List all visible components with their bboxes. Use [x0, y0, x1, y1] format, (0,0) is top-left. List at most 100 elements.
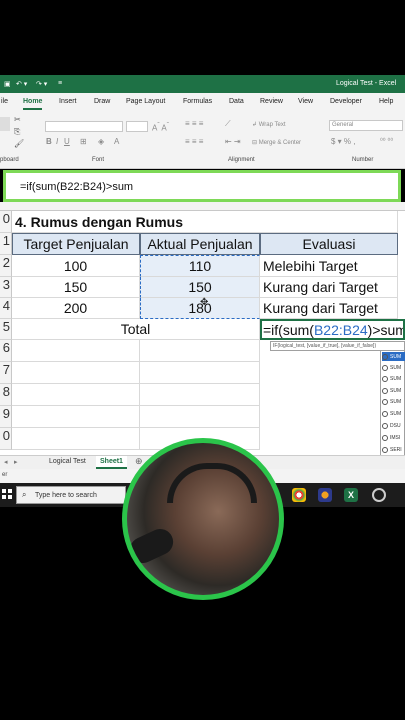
row-header[interactable]: 0 [0, 428, 12, 450]
merge-center-button[interactable]: ⊟ Merge & Center [252, 139, 301, 146]
autocomplete-list[interactable]: SUM SUM SUM SUM SUM SUM DSU IMSI SERI [380, 350, 405, 456]
align-left-icon[interactable]: ≡ ≡ ≡ [185, 137, 203, 146]
ribbon-home: ✂ ⎘ 🖌 Aˆ Aˇ B I U ⊞ ◈ A ≡ ≡ ≡ ≡ ≡ ≡ ⟋ ⇤ … [0, 111, 405, 169]
cell[interactable] [140, 384, 260, 406]
sheet-scroll-left-icon[interactable]: ◂ [4, 458, 8, 466]
cell-target[interactable]: 100 [12, 255, 140, 277]
tab-review[interactable]: Review [260, 98, 283, 105]
excel-icon[interactable]: X [344, 488, 358, 502]
autocomplete-item[interactable]: SERI [382, 445, 405, 454]
copy-icon[interactable]: ⎘ [14, 127, 20, 137]
currency-icon[interactable]: $ ▾ % , [331, 137, 355, 146]
cell-evaluasi[interactable]: Kurang dari Target [260, 298, 398, 319]
chrome-icon[interactable] [292, 488, 306, 502]
sheet-tab-sheet1[interactable]: Sheet1 [96, 456, 127, 469]
autocomplete-item[interactable]: SUM [382, 386, 405, 395]
tab-draw[interactable]: Draw [94, 98, 110, 105]
row-header[interactable]: 9 [0, 406, 12, 428]
obs-icon[interactable] [372, 488, 386, 502]
row-header[interactable]: 5 [0, 319, 12, 340]
header-target-penjualan[interactable]: Target Penjualan [12, 233, 140, 255]
font-color-icon[interactable]: A [114, 137, 119, 146]
group-clipboard-label: pboard [0, 157, 19, 163]
header-aktual-penjualan[interactable]: Aktual Penjualan [140, 233, 260, 255]
row-header[interactable]: 1 [0, 233, 12, 255]
cell-total-label[interactable]: Total [12, 319, 260, 340]
tab-file[interactable]: ile [1, 98, 8, 105]
italic-icon[interactable]: I [56, 137, 58, 146]
cell[interactable] [12, 406, 140, 428]
format-painter-icon[interactable]: 🖌 [14, 139, 24, 148]
orientation-icon[interactable]: ⟋ [225, 119, 231, 129]
tab-view[interactable]: View [298, 98, 313, 105]
paste-icon[interactable] [0, 117, 10, 131]
redo-icon[interactable]: ↷ ▾ [36, 80, 47, 88]
autocomplete-item[interactable]: SUM [382, 374, 405, 383]
cell-aktual[interactable]: 110 [140, 255, 260, 277]
tab-developer[interactable]: Developer [330, 98, 362, 105]
cell[interactable] [12, 428, 140, 450]
tab-insert[interactable]: Insert [59, 98, 77, 105]
row-header[interactable]: 7 [0, 362, 12, 384]
save-icon[interactable]: ▣ [4, 80, 11, 88]
sheet-tab-logical-test[interactable]: Logical Test [49, 458, 86, 465]
indent-icon[interactable]: ⇤ ⇥ [225, 137, 241, 146]
wrap-text-button[interactable]: ↲ Wrap Text [252, 121, 286, 128]
row-header[interactable]: 0 [0, 211, 12, 233]
cell[interactable] [12, 362, 140, 384]
cell-target[interactable]: 200 [12, 298, 140, 319]
font-name-select[interactable] [45, 121, 123, 132]
taskbar-search-input[interactable]: ⌕ Type here to search [16, 486, 126, 504]
row-header[interactable]: 4 [0, 298, 12, 319]
cell-evaluasi[interactable]: Melebihi Target [260, 255, 398, 277]
row-header[interactable]: 3 [0, 277, 12, 298]
cell[interactable] [260, 211, 398, 233]
bold-icon[interactable]: B [46, 137, 52, 146]
number-format-select[interactable]: General [329, 120, 403, 131]
tab-home[interactable]: Home [23, 98, 43, 110]
sheet-scroll-right-icon[interactable]: ▸ [14, 458, 18, 466]
section-title[interactable]: 4. Rumus dengan Rumus [12, 211, 260, 233]
cell[interactable] [12, 340, 140, 362]
autocomplete-item[interactable]: DSU [382, 421, 405, 430]
app-icon[interactable] [318, 488, 332, 502]
cell-aktual[interactable]: 150 [140, 277, 260, 298]
autocomplete-item[interactable]: SUM [382, 352, 405, 361]
font-grow-icon[interactable]: Aˆ Aˇ [152, 122, 169, 133]
worksheet-grid[interactable]: 0 1 2 3 4 5 6 7 8 9 0 4. Rumus dengan Ru… [0, 202, 405, 455]
cell-target[interactable]: 150 [12, 277, 140, 298]
autocomplete-item[interactable]: SUM [382, 397, 405, 406]
tab-data[interactable]: Data [229, 98, 244, 105]
row-header[interactable]: 2 [0, 255, 12, 277]
customize-toolbar-icon[interactable]: ≡ [58, 80, 62, 87]
cell-editing-formula[interactable]: =if(sum(B22:B24)>sum [260, 319, 405, 340]
autocomplete-item[interactable]: SUM [382, 363, 405, 372]
cell[interactable] [140, 406, 260, 428]
formula-bar[interactable]: =if(sum(B22:B24)>sum [3, 170, 401, 202]
autocomplete-item[interactable]: SUM [382, 409, 405, 418]
decimal-icon[interactable]: ⁰⁰ ⁰⁰ [380, 137, 393, 145]
autocomplete-label: SUM [390, 375, 402, 382]
borders-icon[interactable]: ⊞ [80, 137, 87, 146]
tab-help[interactable]: Help [379, 98, 393, 105]
tab-page-layout[interactable]: Page Layout [126, 98, 165, 105]
fill-color-icon[interactable]: ◈ [98, 137, 104, 146]
cell-evaluasi[interactable]: Kurang dari Target [260, 277, 398, 298]
cell[interactable] [140, 362, 260, 384]
row-header[interactable]: 6 [0, 340, 12, 362]
formula-suffix: )>sum [367, 321, 405, 338]
autocomplete-item[interactable]: IMSI [382, 433, 405, 442]
cut-icon[interactable]: ✂ [14, 115, 21, 124]
undo-icon[interactable]: ↶ ▾ [16, 80, 27, 88]
tab-formulas[interactable]: Formulas [183, 98, 212, 105]
underline-icon[interactable]: U [64, 137, 70, 146]
cell[interactable] [12, 384, 140, 406]
autocomplete-label: IMSI [390, 434, 401, 441]
header-evaluasi[interactable]: Evaluasi [260, 233, 398, 255]
windows-start-icon[interactable] [2, 489, 12, 499]
row-header[interactable]: 8 [0, 384, 12, 406]
function-icon [382, 434, 388, 441]
cell[interactable] [140, 340, 260, 362]
font-size-select[interactable] [126, 121, 148, 132]
align-top-icon[interactable]: ≡ ≡ ≡ [185, 119, 203, 128]
